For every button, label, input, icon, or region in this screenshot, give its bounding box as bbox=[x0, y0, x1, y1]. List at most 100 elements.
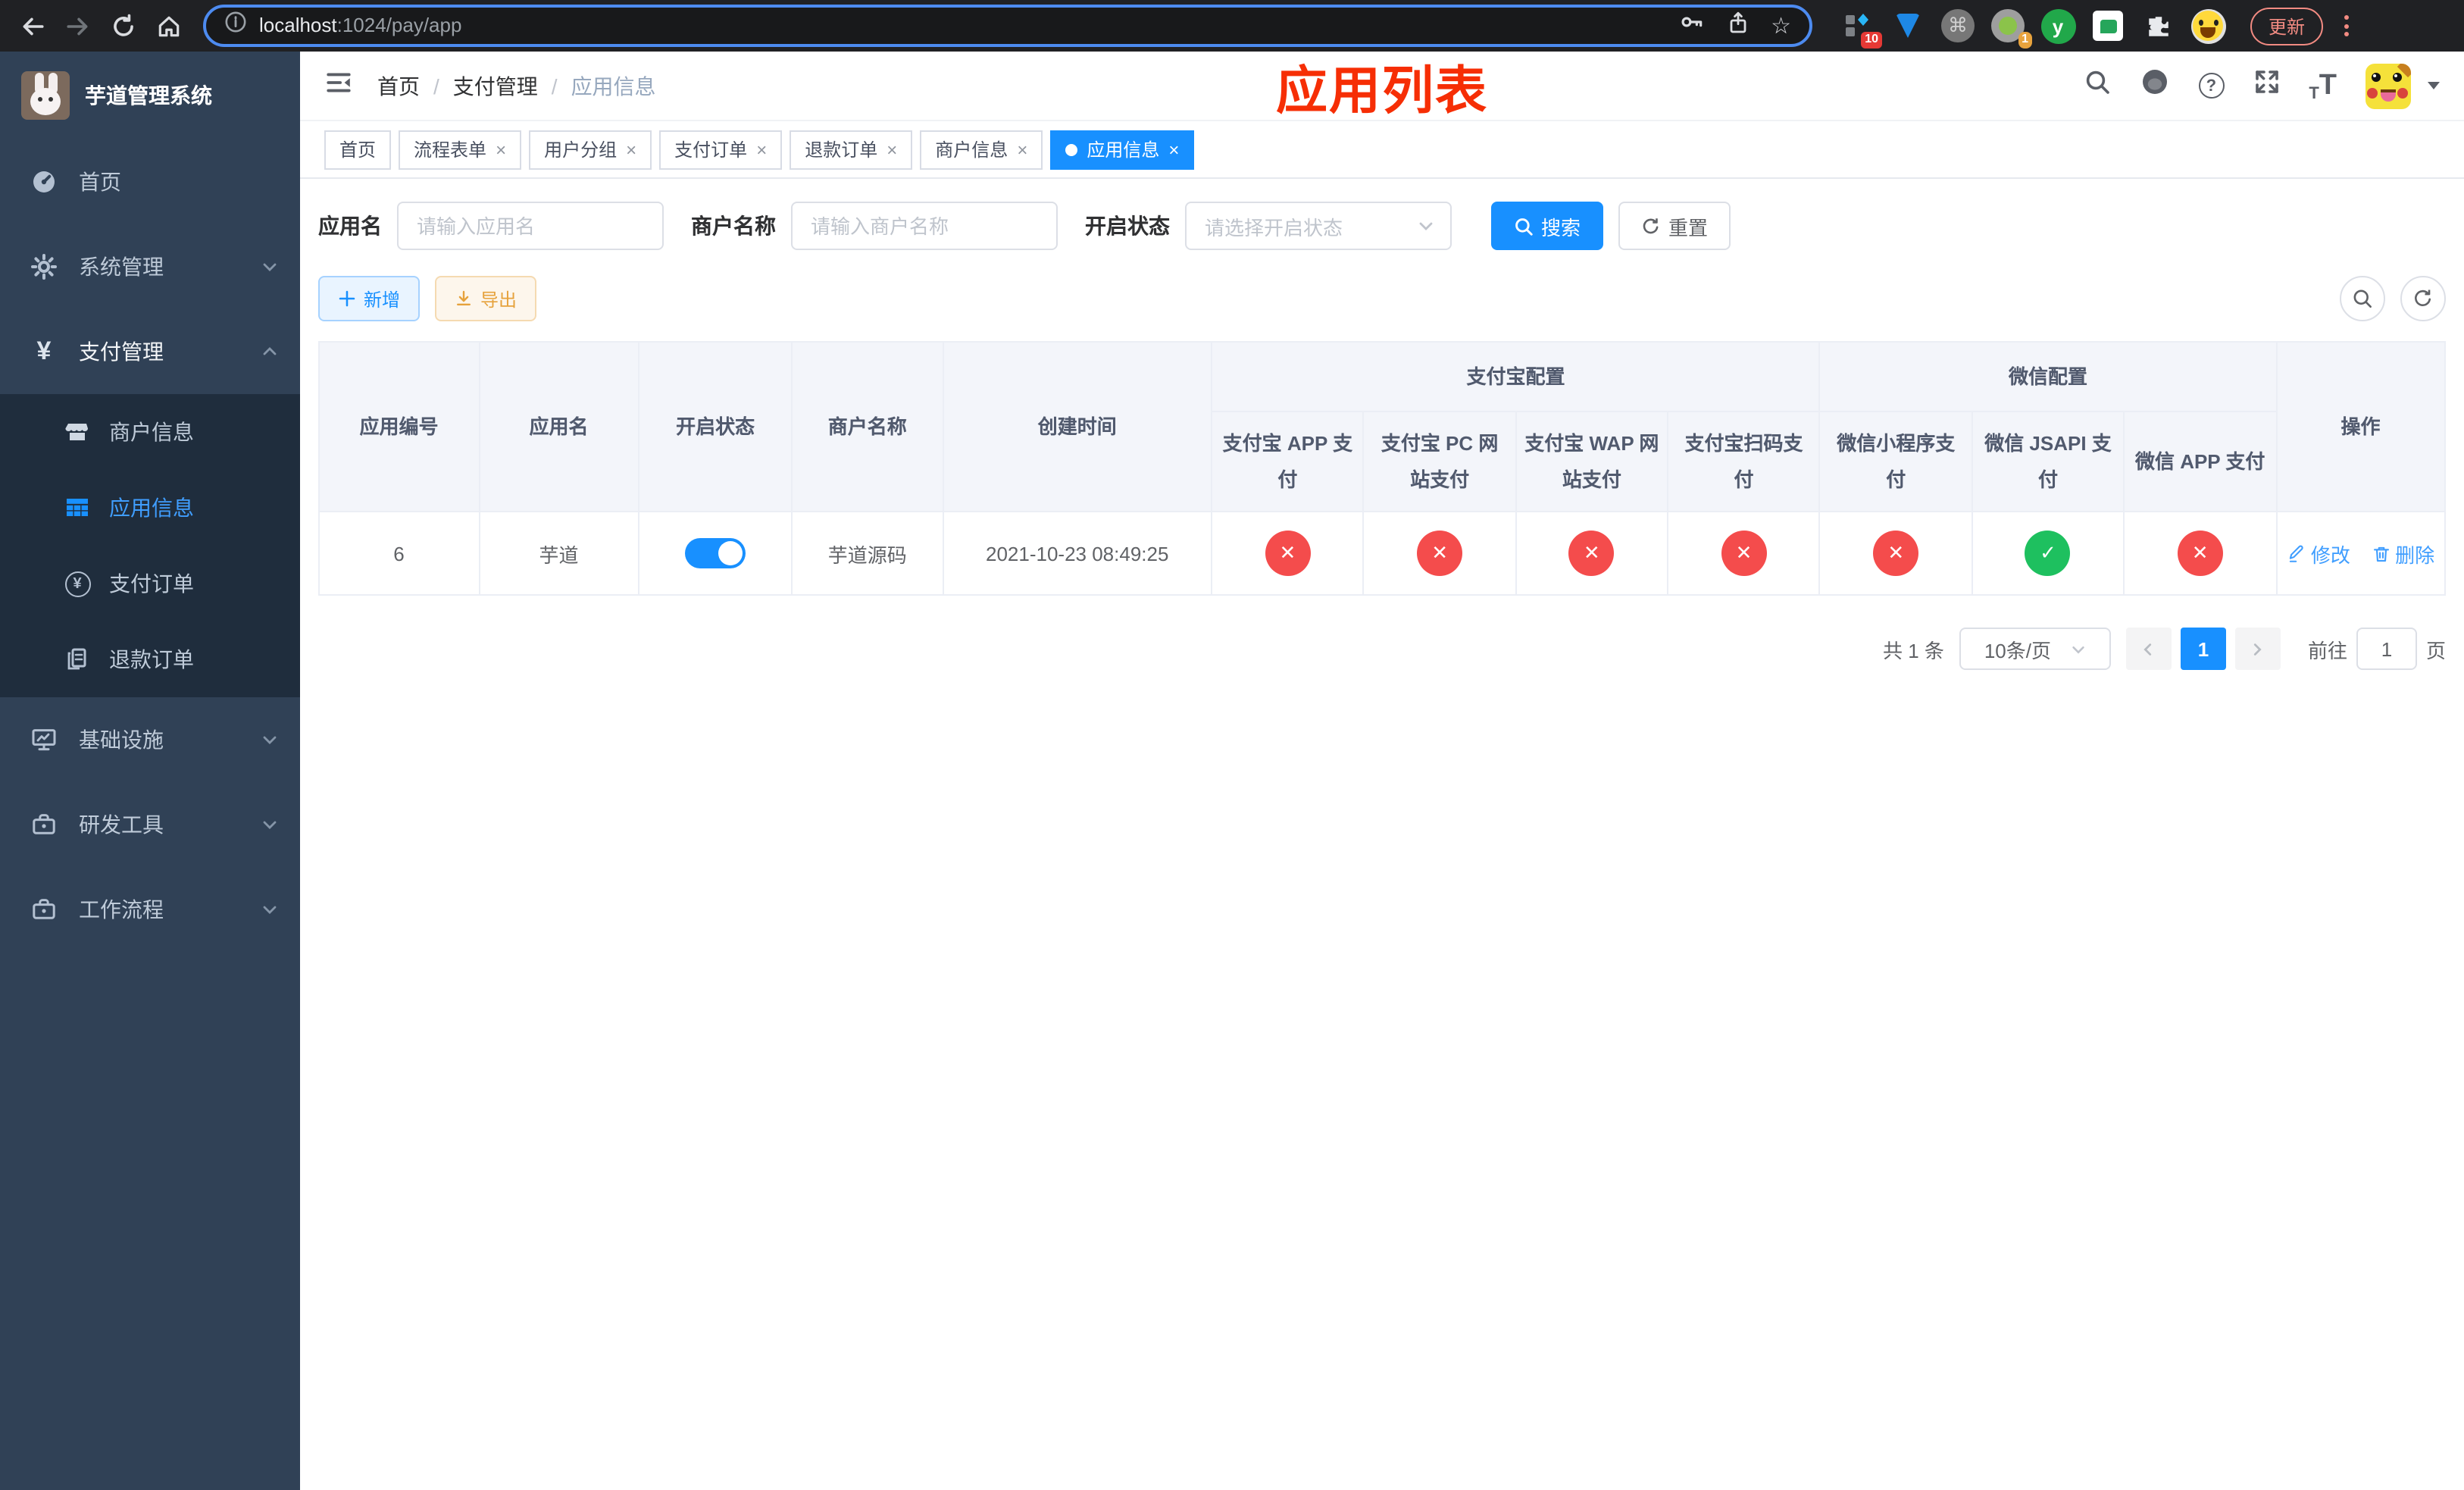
extension-emoji-icon[interactable] bbox=[2190, 8, 2226, 44]
browser-toolbar: localhost:1024/pay/app ☆ 10 ⌘ 1 y 更新 bbox=[0, 0, 2464, 52]
reload-icon[interactable] bbox=[103, 6, 142, 45]
sidebar-item-payment-orders[interactable]: ¥ 支付订单 bbox=[0, 546, 300, 621]
status-icon-alipay-pc: ✕ bbox=[1417, 531, 1463, 576]
breadcrumb-home[interactable]: 首页 bbox=[377, 70, 420, 101]
extension-chat-icon[interactable] bbox=[2090, 8, 2126, 44]
close-icon[interactable]: × bbox=[1168, 140, 1179, 158]
tab-user-group[interactable]: 用户分组 × bbox=[529, 130, 652, 169]
goto-page-input[interactable] bbox=[2356, 628, 2417, 670]
extension-record-icon[interactable]: 1 bbox=[1990, 8, 2032, 49]
show-search-button[interactable] bbox=[2340, 276, 2385, 321]
font-size-icon[interactable]: TT bbox=[2309, 69, 2337, 102]
avatar[interactable] bbox=[2366, 63, 2411, 108]
site-info-icon[interactable] bbox=[224, 11, 247, 41]
tab-home[interactable]: 首页 bbox=[324, 130, 392, 169]
col-header-created: 创建时间 bbox=[942, 341, 1213, 512]
edit-link[interactable]: 修改 bbox=[2287, 539, 2350, 568]
merchant-name-input[interactable] bbox=[791, 202, 1058, 250]
password-key-icon[interactable] bbox=[1678, 9, 1704, 42]
bookmark-star-icon[interactable]: ☆ bbox=[1771, 12, 1791, 39]
fullscreen-icon[interactable] bbox=[2253, 68, 2280, 103]
refresh-table-button[interactable] bbox=[2400, 276, 2446, 321]
github-icon[interactable] bbox=[2139, 67, 2169, 105]
total-count: 共 1 条 bbox=[1883, 639, 1944, 662]
tab-app-info[interactable]: 应用信息 × bbox=[1050, 130, 1195, 169]
close-icon[interactable]: × bbox=[756, 140, 767, 158]
pencil-icon bbox=[2289, 544, 2303, 562]
url-text: localhost:1024/pay/app bbox=[259, 12, 461, 39]
app-name-input[interactable] bbox=[397, 202, 664, 250]
page-size-select[interactable]: 10条/页 bbox=[1959, 628, 2111, 670]
extension-tabs-icon[interactable]: 10 bbox=[1840, 8, 1882, 49]
prev-page-button[interactable] bbox=[2125, 628, 2172, 670]
extension-command-icon[interactable]: ⌘ bbox=[1940, 8, 1976, 44]
sidebar-item-system[interactable]: 系统管理 bbox=[0, 224, 300, 309]
col-header-alipay-wap: 支付宝 WAP 网站支付 bbox=[1515, 411, 1669, 512]
export-button[interactable]: 导出 bbox=[435, 276, 537, 321]
add-button[interactable]: 新增 bbox=[318, 276, 421, 321]
back-icon[interactable] bbox=[12, 6, 52, 45]
chevron-down-icon bbox=[2072, 645, 2084, 653]
download-icon bbox=[457, 290, 471, 305]
breadcrumb-payment[interactable]: 支付管理 bbox=[453, 70, 538, 101]
search-icon[interactable] bbox=[2083, 68, 2110, 103]
extensions-puzzle-icon[interactable] bbox=[2140, 8, 2176, 44]
chevron-down-icon bbox=[261, 900, 279, 919]
sidebar-item-label: 首页 bbox=[79, 170, 121, 194]
collapse-sidebar-icon[interactable] bbox=[324, 67, 353, 104]
close-icon[interactable]: × bbox=[626, 140, 636, 158]
close-icon[interactable]: × bbox=[886, 140, 897, 158]
reset-button[interactable]: 重置 bbox=[1618, 202, 1731, 250]
sidebar-item-label: 系统管理 bbox=[79, 255, 164, 279]
close-icon[interactable]: × bbox=[1017, 140, 1027, 158]
app-title: 芋道管理系统 bbox=[85, 83, 212, 108]
col-header-wx-app: 微信 APP 支付 bbox=[2123, 411, 2278, 512]
sidebar-item-dev-tools[interactable]: 研发工具 bbox=[0, 782, 300, 867]
tab-refund-orders[interactable]: 退款订单 × bbox=[790, 130, 913, 169]
tab-process-form[interactable]: 流程表单 × bbox=[399, 130, 522, 169]
browser-menu-icon[interactable] bbox=[2344, 15, 2350, 36]
sidebar-item-label: 应用信息 bbox=[109, 496, 194, 520]
page-suffix: 页 bbox=[2425, 639, 2446, 662]
extension-badge: 1 bbox=[2018, 32, 2032, 49]
sidebar-item-label: 研发工具 bbox=[79, 812, 164, 837]
sidebar-item-workflow[interactable]: 工作流程 bbox=[0, 867, 300, 952]
close-icon[interactable]: × bbox=[496, 140, 506, 158]
sidebar-item-app-info[interactable]: 应用信息 bbox=[0, 470, 300, 546]
extension-gem-icon[interactable] bbox=[1890, 8, 1926, 44]
sidebar-item-refund-orders[interactable]: 退款订单 bbox=[0, 621, 300, 697]
sidebar-item-label: 基础设施 bbox=[79, 728, 164, 752]
sidebar-item-infrastructure[interactable]: 基础设施 bbox=[0, 697, 300, 782]
search-button[interactable]: 搜索 bbox=[1491, 202, 1604, 250]
page-number[interactable]: 1 bbox=[2180, 628, 2226, 670]
tab-payment-orders[interactable]: 支付订单 × bbox=[659, 130, 783, 169]
sidebar-item-payment[interactable]: ¥ 支付管理 bbox=[0, 309, 300, 394]
trash-icon bbox=[2373, 546, 2389, 561]
next-page-button[interactable] bbox=[2234, 628, 2281, 670]
goto-label: 前往 bbox=[2307, 639, 2347, 662]
tabs-bar: 首页 流程表单 × 用户分组 × 支付订单 × 退款订单 × 商户信息 × 应用信息 × bbox=[300, 121, 2464, 179]
extension-badge: 10 bbox=[1861, 32, 1882, 49]
delete-link[interactable]: 删除 bbox=[2371, 539, 2434, 568]
status-toggle[interactable] bbox=[685, 538, 746, 568]
status-label: 开启状态 bbox=[1085, 214, 1170, 238]
grid-icon bbox=[64, 494, 91, 521]
share-icon[interactable] bbox=[1725, 10, 1750, 42]
refresh-icon bbox=[1643, 218, 1659, 233]
sidebar-item-home[interactable]: 首页 bbox=[0, 139, 300, 224]
sidebar-logo[interactable]: 芋道管理系统 bbox=[0, 52, 300, 139]
col-header-wx-jsapi: 微信 JSAPI 支付 bbox=[1971, 411, 2125, 512]
home-icon[interactable] bbox=[149, 6, 188, 45]
extension-y-icon[interactable]: y bbox=[2040, 8, 2076, 44]
sidebar-item-merchant-info[interactable]: 商户信息 bbox=[0, 394, 300, 470]
url-bar[interactable]: localhost:1024/pay/app ☆ bbox=[203, 5, 1812, 47]
status-select[interactable]: 请选择开启状态 bbox=[1185, 202, 1452, 250]
app-name-label: 应用名 bbox=[318, 214, 382, 238]
browser-update-button[interactable]: 更新 bbox=[2250, 7, 2324, 45]
forward-icon[interactable] bbox=[58, 6, 97, 45]
help-icon[interactable]: ? bbox=[2198, 73, 2225, 99]
avatar-caret-icon[interactable] bbox=[2428, 82, 2440, 89]
tab-merchant-info[interactable]: 商户信息 × bbox=[920, 130, 1043, 169]
col-header-name: 应用名 bbox=[478, 341, 639, 512]
status-icon-wx-lite: ✕ bbox=[1873, 531, 1919, 576]
